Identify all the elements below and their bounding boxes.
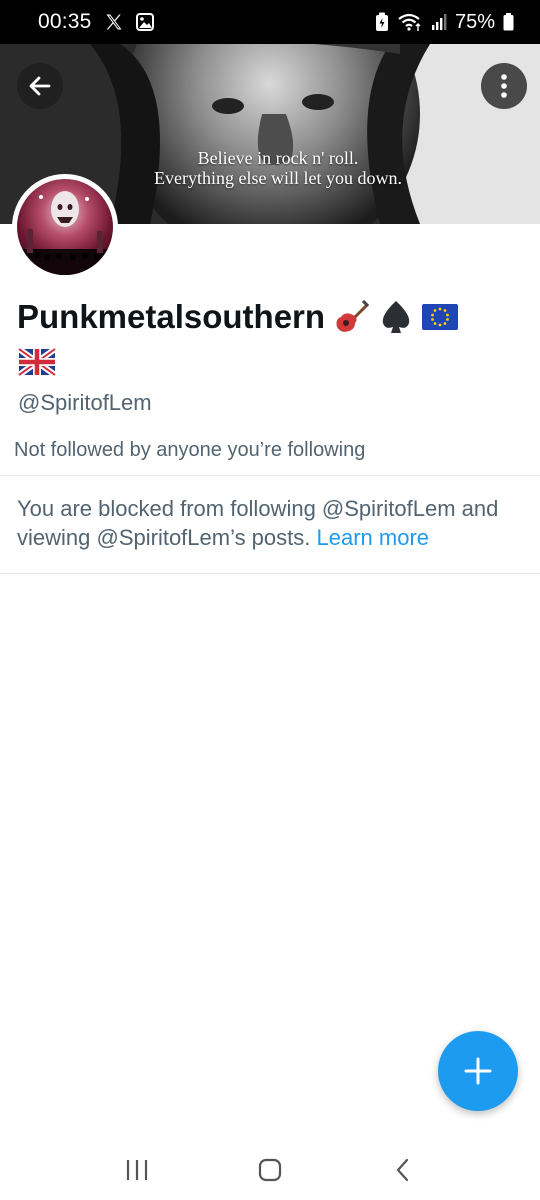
status-right: 75% [375,11,514,34]
guitar-emoji [333,299,371,335]
recent-apps-button[interactable] [112,1145,162,1195]
display-name-row: Punkmetalsouthern [17,298,459,336]
spade-emoji [379,299,413,335]
more-options-button[interactable] [481,63,527,109]
display-name: Punkmetalsouthern [17,298,326,335]
back-icon [397,1158,409,1182]
uk-flag-emoji [17,346,57,378]
learn-more-link[interactable]: Learn more [317,525,430,550]
system-nav-bar [0,1140,540,1200]
plus-icon [464,1057,492,1085]
divider [0,573,540,574]
blocked-notice: You are blocked from following @Spiritof… [17,494,517,552]
eu-flag-emoji [421,302,459,332]
divider [0,475,540,476]
gallery-icon [135,13,154,31]
profile-screen: 00:35 75% Believe in rock n' roll. Every… [0,0,540,1200]
battery-percent: 75% [454,10,495,33]
status-left: 00:35 [38,10,154,34]
followers-context[interactable]: Not followed by anyone you’re following [14,439,365,462]
wifi-icon [397,12,423,32]
avatar-image [17,179,113,275]
status-time: 00:35 [38,10,92,33]
uk-flag-row [17,346,57,381]
home-button[interactable] [245,1145,295,1195]
avatar[interactable] [12,174,118,280]
x-logo-icon [104,12,124,32]
back-button[interactable] [17,63,63,109]
signal-icon [431,13,447,31]
arrow-left-icon [29,76,51,96]
recent-apps-icon [126,1160,147,1180]
system-back-button[interactable] [378,1145,428,1195]
battery-saver-icon [375,12,389,32]
status-bar: 00:35 75% [0,0,540,44]
home-icon [258,1158,282,1182]
compose-button[interactable] [438,1031,518,1111]
battery-icon [503,13,514,31]
banner-quote-line-1: Believe in rock n' roll. [197,148,359,168]
more-vertical-icon [501,74,507,98]
user-handle: @SpiritofLem [18,390,152,415]
